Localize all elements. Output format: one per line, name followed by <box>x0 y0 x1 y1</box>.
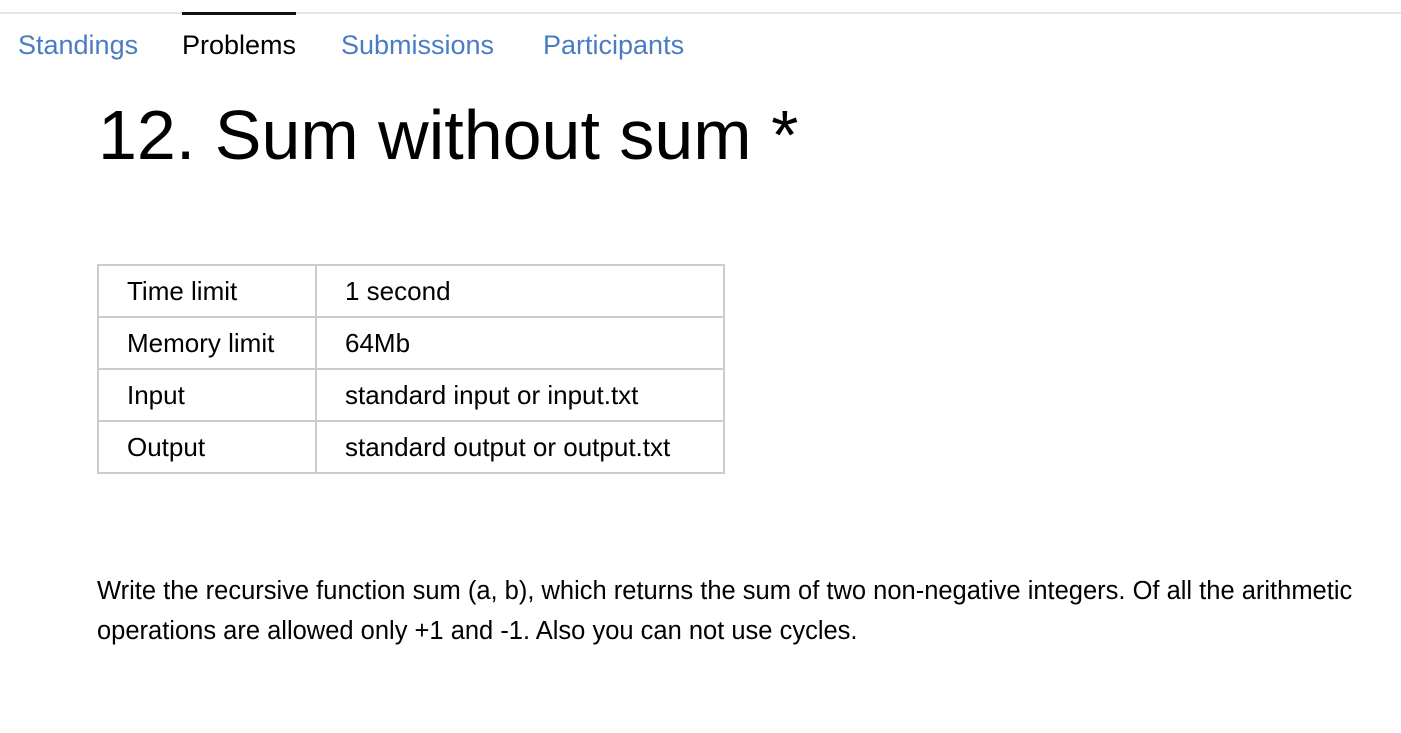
output-label: Output <box>97 420 317 474</box>
table-row: Output standard output or output.txt <box>97 420 725 474</box>
problem-limits-table: Time limit 1 second Memory limit 64Mb In… <box>97 264 725 474</box>
input-label: Input <box>97 368 317 422</box>
tab-problems[interactable]: Problems <box>182 12 297 72</box>
problem-page: Standings Problems Submissions Participa… <box>0 0 1401 733</box>
memory-limit-value: 64Mb <box>315 316 725 370</box>
tab-submissions[interactable]: Submissions <box>341 12 494 72</box>
time-limit-value: 1 second <box>315 264 725 318</box>
input-value: standard input or input.txt <box>315 368 725 422</box>
table-row: Input standard input or input.txt <box>97 368 725 422</box>
time-limit-label: Time limit <box>97 264 317 318</box>
table-row: Time limit 1 second <box>97 264 725 318</box>
table-row: Memory limit 64Mb <box>97 316 725 370</box>
problem-statement: Write the recursive function sum (a, b),… <box>97 577 1353 645</box>
memory-limit-label: Memory limit <box>97 316 317 370</box>
output-value: standard output or output.txt <box>315 420 725 474</box>
tab-participants[interactable]: Participants <box>543 12 684 72</box>
tab-standings[interactable]: Standings <box>18 12 138 72</box>
problem-title: 12. Sum without sum * <box>98 96 799 174</box>
